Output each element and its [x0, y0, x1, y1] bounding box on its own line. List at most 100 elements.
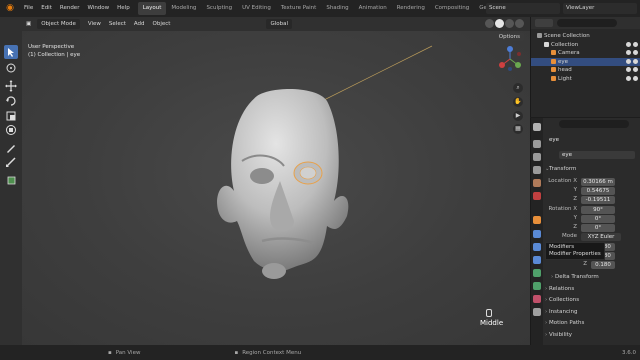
visibility-toggles[interactable]: [626, 75, 638, 81]
wireframe-shading-icon[interactable]: [485, 19, 494, 28]
cursor-tool-icon[interactable]: [4, 61, 18, 75]
workspace-tab-shading[interactable]: Shading: [321, 2, 353, 15]
solid-shading-icon[interactable]: [495, 19, 504, 28]
world-tab-icon[interactable]: [533, 192, 541, 200]
transform-tool-icon[interactable]: [4, 123, 18, 137]
add-cube-tool-icon[interactable]: [4, 173, 18, 187]
outliner-row-camera[interactable]: Camera: [531, 49, 640, 57]
outliner-row-scene-collection[interactable]: Scene Collection: [531, 32, 640, 40]
eye-visibility-icon[interactable]: [626, 41, 631, 47]
3d-viewport[interactable]: User Perspective (1) Collection | eye Op…: [22, 31, 530, 345]
viewport-menu-object[interactable]: Object: [149, 17, 175, 31]
workspace-tab-layout[interactable]: Layout: [137, 2, 167, 15]
location-z-field[interactable]: -0.19511: [581, 196, 615, 204]
mouse-middle-icon: ▪: [108, 349, 112, 356]
render-camera-icon[interactable]: [633, 67, 638, 72]
move-tool-icon[interactable]: [4, 79, 18, 93]
section-collections[interactable]: Collections: [543, 295, 640, 305]
workspace-tab-rendering[interactable]: Rendering: [392, 2, 430, 15]
eye-visibility-icon[interactable]: [626, 75, 631, 81]
visibility-toggles[interactable]: [626, 49, 638, 55]
render-tab-icon[interactable]: [533, 140, 541, 148]
render-camera-icon[interactable]: [633, 58, 638, 64]
view-layer-tab-icon[interactable]: [533, 166, 541, 174]
viewport-menu-view[interactable]: View: [84, 17, 105, 31]
workspace-tab-texture-paint[interactable]: Texture Paint: [276, 2, 322, 15]
modifiers-tab-icon[interactable]: [533, 230, 541, 238]
location-x-field[interactable]: 0.30166 m: [581, 178, 615, 186]
visibility-toggles[interactable]: [626, 41, 638, 47]
constraints-tab-icon[interactable]: [533, 269, 541, 277]
outliner-row-eye[interactable]: eye: [531, 57, 640, 66]
blender-logo-icon[interactable]: ◉: [3, 3, 17, 14]
outliner-search-input[interactable]: [557, 19, 617, 27]
viewport-menu-select[interactable]: Select: [105, 17, 130, 31]
scene-tab-icon[interactable]: [533, 179, 541, 187]
rotation-x-field[interactable]: 90°: [581, 206, 615, 214]
scene-name: Scene: [489, 5, 506, 11]
visibility-toggles[interactable]: [626, 58, 638, 64]
output-tab-icon[interactable]: [533, 153, 541, 161]
annotate-tool-icon[interactable]: [4, 141, 18, 155]
material-tab-icon[interactable]: [533, 295, 541, 303]
select-box-tool-icon[interactable]: [4, 45, 18, 59]
properties-search-input[interactable]: [559, 120, 629, 128]
data-tab-icon[interactable]: [533, 282, 541, 290]
render-camera-icon[interactable]: [633, 50, 638, 55]
outliner-row-light[interactable]: Light: [531, 75, 640, 83]
render-camera-icon[interactable]: [633, 41, 638, 47]
workspace-tab-sculpting[interactable]: Sculpting: [201, 2, 237, 15]
section-delta-transform[interactable]: Delta Transform: [549, 272, 640, 282]
head-model: [217, 45, 433, 279]
section-relations[interactable]: Relations: [543, 284, 640, 294]
material-shading-icon[interactable]: [505, 19, 514, 28]
section-motion-paths[interactable]: Motion Paths: [543, 318, 640, 328]
menu-help[interactable]: Help: [113, 0, 134, 17]
view-layer-selector[interactable]: ViewLayer: [563, 3, 637, 14]
tool-tab-icon[interactable]: [533, 123, 541, 131]
tooltip-title: Modifiers: [549, 244, 575, 250]
outliner-row-head[interactable]: head: [531, 66, 640, 74]
rendered-shading-icon[interactable]: [515, 19, 524, 28]
viewport-menu-add[interactable]: Add: [130, 17, 149, 31]
workspace-tab-compositing[interactable]: Compositing: [430, 2, 474, 15]
particles-tab-icon[interactable]: [533, 243, 541, 251]
transform-section-header[interactable]: Transform: [543, 164, 640, 174]
scale-z-field[interactable]: 0.180: [591, 261, 615, 269]
eye-visibility-icon[interactable]: [626, 50, 631, 55]
workspace-tab-animation[interactable]: Animation: [354, 2, 392, 15]
menu-edit[interactable]: Edit: [37, 0, 56, 17]
rotation-mode-dropdown[interactable]: XYZ Euler: [581, 233, 621, 241]
rotation-y-field[interactable]: 0°: [581, 215, 615, 223]
workspace-tab-uv-editing[interactable]: UV Editing: [237, 2, 276, 15]
outliner-panel: Scene Collection Collection Camera eye head L…: [530, 17, 640, 117]
object-mode-dropdown[interactable]: Object Mode: [37, 19, 80, 29]
location-y-field[interactable]: 0.54675: [581, 187, 615, 195]
properties-panel: eye eye Transform Location X 0.30166 m Y…: [530, 118, 640, 345]
eye-visibility-icon[interactable]: [626, 58, 631, 64]
object-name-field[interactable]: eye: [559, 151, 635, 159]
transform-orientation-dropdown[interactable]: Global: [266, 19, 293, 29]
editor-type-icon[interactable]: ▣: [22, 17, 35, 31]
menu-render[interactable]: Render: [56, 0, 84, 17]
render-camera-icon[interactable]: [633, 75, 638, 81]
workspace-tab-modeling[interactable]: Modeling: [166, 2, 201, 15]
visibility-toggles[interactable]: [626, 66, 638, 72]
rotation-y-label: Y: [573, 215, 577, 221]
rotate-tool-icon[interactable]: [4, 94, 18, 108]
outliner-object-icon: [544, 41, 549, 47]
object-tab-icon[interactable]: [533, 216, 541, 224]
section-visibility[interactable]: Visibility: [543, 330, 640, 340]
outliner-display-mode[interactable]: [535, 19, 553, 27]
texture-tab-icon[interactable]: [533, 308, 541, 316]
physics-tab-icon[interactable]: [533, 256, 541, 264]
outliner-row-collection[interactable]: Collection: [531, 41, 640, 49]
measure-tool-icon[interactable]: [4, 155, 18, 169]
eye-visibility-icon[interactable]: [626, 67, 631, 72]
section-instancing[interactable]: Instancing: [543, 307, 640, 317]
menu-file[interactable]: File: [20, 0, 37, 17]
scene-selector[interactable]: Scene: [486, 3, 560, 14]
scale-tool-icon[interactable]: [4, 109, 18, 123]
menu-window[interactable]: Window: [83, 0, 113, 17]
rotation-z-field[interactable]: 0°: [581, 224, 615, 232]
